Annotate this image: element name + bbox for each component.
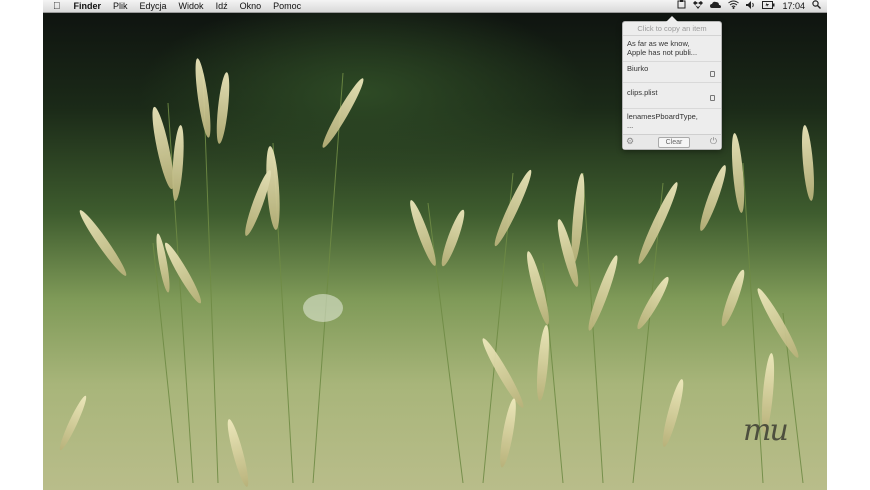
gear-icon[interactable]: ⚙ — [626, 136, 634, 147]
apple-menu-icon[interactable]:  — [49, 0, 68, 13]
divider — [623, 108, 721, 109]
clipboard-popup: Click to copy an item As far as we know,… — [622, 16, 722, 150]
divider — [623, 82, 721, 83]
watermark-logo: mu — [743, 413, 789, 448]
menu-okno[interactable]: Okno — [234, 0, 268, 13]
power-icon[interactable]: ⏻ — [710, 136, 717, 147]
clipboard-icon[interactable] — [677, 0, 686, 13]
clip-item-3[interactable]: clips.plist — [627, 88, 717, 101]
battery-icon[interactable] — [762, 0, 775, 13]
divider — [623, 61, 721, 62]
clip-item-2[interactable]: Biurko — [627, 64, 717, 77]
cloud-icon[interactable] — [710, 0, 722, 13]
volume-icon[interactable] — [746, 0, 755, 13]
popup-footer: ⚙ Clear ⏻ — [623, 134, 721, 149]
clip-item-4-line1: lenamesPboardType, — [627, 112, 698, 121]
menu-edycja[interactable]: Edycja — [134, 0, 173, 13]
popup-header: Click to copy an item — [623, 22, 721, 36]
clip-item-1[interactable]: As far as we know, Apple has not publi..… — [627, 39, 717, 57]
dropbox-icon[interactable] — [693, 0, 704, 13]
menu-plik[interactable]: Plik — [107, 0, 134, 13]
clock[interactable]: 17:04 — [782, 0, 805, 13]
clip-item-4-line2: ... — [627, 121, 634, 130]
screen:  Finder Plik Edycja Widok Idź Okno Pomo… — [43, 0, 827, 490]
clip-item-1-line2: Apple has not publi... — [627, 48, 698, 57]
menu-app-name[interactable]: Finder — [68, 0, 108, 13]
clear-button[interactable]: Clear — [658, 137, 690, 148]
clip-item-3-line1: clips.plist — [627, 88, 658, 97]
menu-idz[interactable]: Idź — [210, 0, 234, 13]
document-icon — [710, 71, 715, 77]
document-icon — [710, 95, 715, 101]
clip-item-4[interactable]: lenamesPboardType, ... — [627, 112, 717, 130]
menu-bar:  Finder Plik Edycja Widok Idź Okno Pomo… — [43, 0, 827, 13]
clip-item-2-line1: Biurko — [627, 64, 649, 73]
wifi-icon[interactable] — [728, 0, 740, 13]
clip-item-1-line1: As far as we know, — [627, 39, 690, 48]
menu-widok[interactable]: Widok — [173, 0, 210, 13]
spotlight-icon[interactable] — [812, 0, 821, 13]
menu-pomoc[interactable]: Pomoc — [267, 0, 307, 13]
